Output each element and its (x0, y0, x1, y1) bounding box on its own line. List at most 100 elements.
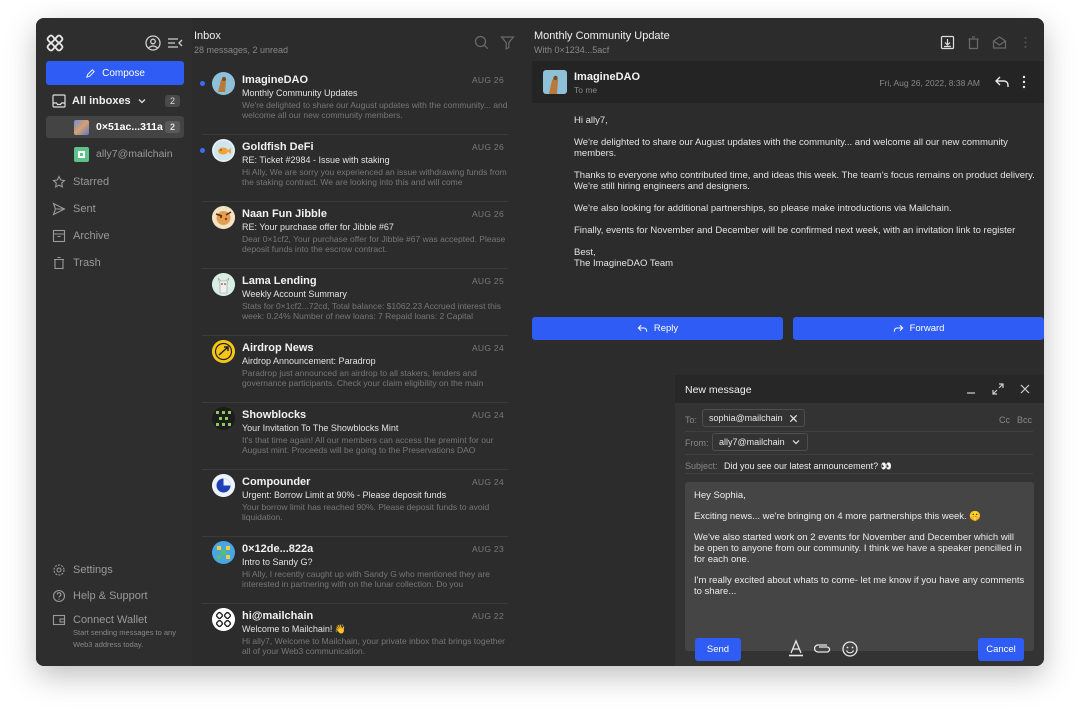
cc-button[interactable]: Cc (999, 415, 1010, 425)
avatar (212, 72, 235, 95)
avatar (212, 340, 235, 363)
from-select[interactable]: ally7@mailchain (712, 433, 808, 451)
avatar (212, 474, 235, 497)
list-item[interactable]: 0×12de...822a AUG 23 Intro to Sandy G? H… (202, 537, 508, 604)
mark-read-icon[interactable] (992, 35, 1007, 50)
expand-icon[interactable] (991, 382, 1005, 396)
preview: Dear 0×1cf2, Your purchase offer for Jib… (242, 234, 506, 254)
star-icon (52, 175, 66, 188)
list-item[interactable]: Showblocks AUG 24 Your Invitation To The… (202, 403, 508, 470)
compose-button[interactable]: Compose (46, 61, 184, 85)
list-item[interactable]: Airdrop News AUG 24 Airdrop Announcement… (202, 336, 508, 403)
recipient-chip[interactable]: sophia@mailchain (702, 409, 805, 427)
list-item[interactable]: Goldfish DeFi AUG 26 RE: Ticket #2984 - … (200, 135, 508, 202)
sender: Lama Lending (242, 275, 317, 287)
sender: Naan Fun Jibble (242, 208, 327, 220)
divider (685, 454, 1033, 455)
sender-name: ImagineDAO (574, 71, 641, 83)
date: AUG 24 (471, 477, 504, 487)
list-item[interactable]: Compounder AUG 24 Urgent: Borrow Limit a… (202, 470, 508, 537)
avatar (212, 139, 235, 162)
editor-paragraph: We've also started work on 2 events for … (694, 532, 1022, 565)
subject-input[interactable]: Did you see our latest announcement? 👀 (724, 461, 892, 472)
thread-title: Monthly Community Update (534, 30, 670, 42)
mailchain-avatar (74, 146, 89, 162)
list-item[interactable]: Naan Fun Jibble AUG 26 RE: Your purchase… (202, 202, 508, 269)
send-button[interactable]: Send (695, 638, 741, 661)
collapse-menu-icon[interactable] (166, 34, 184, 52)
avatar (212, 273, 235, 296)
message-body-editor[interactable]: Hey Sophia, Exciting news... we're bring… (685, 482, 1034, 651)
sender-avatar (543, 70, 567, 94)
subject: RE: Ticket #2984 - Issue with staking (242, 155, 390, 165)
body-signoff: Best, (574, 247, 596, 258)
reply-icon (637, 324, 647, 332)
reply-button[interactable]: Reply (532, 317, 783, 340)
unread-dot (200, 81, 205, 86)
sidebar-item-sent[interactable]: Sent (52, 200, 96, 218)
list-item[interactable]: Lama Lending AUG 25 Weekly Account Summa… (202, 269, 508, 336)
wallet-avatar (74, 119, 89, 135)
sidebar-item-account-mailchain[interactable]: ally7@mailchain (46, 143, 184, 165)
search-icon[interactable] (474, 35, 489, 50)
more-vertical-icon[interactable] (1018, 35, 1033, 50)
inbox-icon (52, 94, 66, 108)
date: AUG 26 (471, 209, 504, 219)
download-icon[interactable] (940, 35, 955, 50)
app-logo-icon[interactable] (46, 34, 64, 52)
close-icon[interactable] (1019, 383, 1031, 395)
minimize-icon[interactable] (965, 383, 977, 395)
message-header: ImagineDAO To me Fri, Aug 26, 2022, 8:38… (532, 61, 1044, 103)
body-signature: The ImagineDAO Team (574, 258, 674, 269)
cancel-label: Cancel (986, 644, 1016, 655)
list-item[interactable]: hi@mailchain AUG 22 Welcome to Mailchain… (202, 604, 508, 666)
subject: Intro to Sandy G? (242, 557, 313, 567)
cancel-button[interactable]: Cancel (978, 638, 1024, 661)
message-date: Fri, Aug 26, 2022, 8:38 AM (879, 78, 980, 88)
preview: Hi Ally, I recently caught up with Sandy… (242, 569, 490, 589)
preview: Hi ally7, Welcome to Mailchain, your pri… (242, 636, 505, 656)
list-title: Inbox (194, 30, 221, 42)
connect-wallet-button[interactable]: Connect Wallet (52, 613, 147, 627)
sidebar-item-trash[interactable]: Trash (52, 254, 101, 272)
to-label: To: (685, 415, 698, 425)
list-item[interactable]: ImagineDAO AUG 26 Monthly Community Upda… (200, 68, 508, 135)
bcc-button[interactable]: Bcc (1017, 415, 1032, 425)
help-support-button[interactable]: Help & Support (52, 589, 148, 603)
preview: Hi Ally, We are sorry you experienced an… (242, 167, 507, 187)
account-icon[interactable] (144, 34, 162, 52)
avatar (212, 407, 235, 430)
sidebar-item-account-wallet[interactable]: 0×51ac...311a 2 (46, 116, 184, 138)
connect-wallet-subtitle: Start sending messages to any Web3 addre… (73, 628, 176, 649)
sender: hi@mailchain (242, 610, 314, 622)
sent-label: Sent (73, 203, 96, 215)
subject: Weekly Account Summary (242, 289, 347, 299)
recipient-value: sophia@mailchain (709, 413, 783, 423)
account-count: 2 (164, 121, 180, 133)
text-format-icon[interactable] (787, 639, 805, 657)
trash-icon[interactable] (966, 35, 981, 50)
trash-icon (54, 256, 64, 270)
filter-icon[interactable] (500, 35, 515, 50)
divider (685, 473, 1033, 474)
remove-recipient-icon[interactable] (789, 414, 798, 423)
reply-icon[interactable] (994, 74, 1010, 90)
more-vertical-icon[interactable] (1016, 74, 1032, 90)
subject: Welcome to Mailchain! 👋 (242, 624, 347, 634)
emoji-icon[interactable] (841, 640, 859, 658)
subject: Your Invitation To The Showblocks Mint (242, 423, 399, 433)
forward-label: Forward (909, 323, 945, 334)
trash-label: Trash (73, 257, 101, 269)
from-value: ally7@mailchain (719, 437, 785, 447)
sender: Showblocks (242, 409, 307, 421)
sidebar-item-starred[interactable]: Starred (52, 173, 109, 191)
settings-button[interactable]: Settings (52, 563, 113, 577)
body-paragraph: Finally, events for November and Decembe… (574, 225, 1016, 236)
all-inboxes-toggle[interactable]: All inboxes 2 (52, 92, 180, 110)
body-paragraph: We're also looking for additional partne… (574, 203, 952, 214)
send-label: Send (706, 644, 730, 655)
chevron-down-icon (138, 99, 146, 104)
attachment-icon[interactable] (814, 640, 832, 658)
sidebar-item-archive[interactable]: Archive (52, 227, 110, 245)
forward-button[interactable]: Forward (793, 317, 1044, 340)
